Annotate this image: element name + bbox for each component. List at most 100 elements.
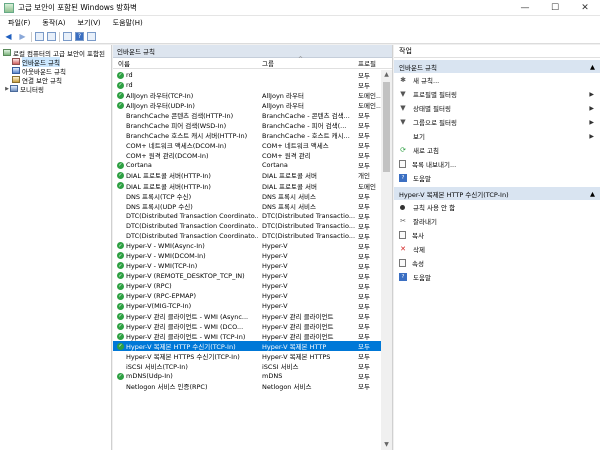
scrollbar-thumb[interactable] [383, 82, 390, 172]
action-item[interactable]: ✱ 새 규칙... [394, 73, 600, 87]
action-item[interactable]: ? 도움말 [394, 270, 600, 284]
table-row[interactable]: ✓ Hyper-V - WMI(Async-In) Hyper-V 모두 [113, 241, 381, 251]
close-button[interactable]: ✕ [570, 0, 600, 16]
collapse-icon[interactable]: ▲ [590, 63, 595, 71]
help-icon[interactable]: ? [75, 32, 84, 41]
table-row[interactable]: COM+ 네트워크 액세스(DCOM-In) COM+ 네트워크 액세스 모두 [113, 140, 381, 150]
table-row[interactable]: ✓ Cortana Cortana 모두 [113, 160, 381, 170]
export-list-icon[interactable] [63, 32, 72, 41]
table-row[interactable]: ✓ rd 모두 [113, 70, 381, 80]
enabled-check-icon: ✓ [117, 182, 124, 190]
scroll-up-icon[interactable]: ▲ [381, 70, 392, 80]
table-row[interactable]: DNS 프록시(TCP 수신) DNS 프록시 서비스 모두 [113, 191, 381, 201]
action-item[interactable]: ✂ 잘라내기 [394, 214, 600, 228]
rule-name-cell: ✓ rd [117, 71, 133, 80]
rule-group-cell: Cortana [262, 161, 288, 170]
rule-group-cell: DTC(Distributed Transactio... [262, 231, 356, 240]
rule-profile-cell: 도메인 [358, 182, 376, 191]
firewall-icon [3, 49, 11, 56]
rule-profile-cell: 모두 [358, 192, 370, 201]
table-row[interactable]: BranchCache 피어 검색(WSD-In) BranchCache - 피… [113, 120, 381, 130]
action-item[interactable]: 복사 [394, 228, 600, 242]
rule-name-cell: ✓ Hyper-V 관리 클라이언트 - WMI (Async... [117, 312, 249, 322]
rule-name-cell: ✓ Hyper-V (REMOTE_DESKTOP_TCP_IN) [117, 271, 245, 280]
menu-view[interactable]: 보기(V) [72, 18, 107, 28]
table-row[interactable]: ✓ Hyper-V (RPC-EPMAP) Hyper-V 모두 [113, 291, 381, 301]
table-row[interactable]: DTC(Distributed Transaction Coordinato..… [113, 221, 381, 231]
action-item[interactable]: 목록 내보내기... [394, 157, 600, 171]
show-hide-action-pane-icon[interactable] [87, 32, 96, 41]
table-row[interactable]: DNS 프록시(UDP 수신) DNS 프록시 서비스 모두 [113, 201, 381, 211]
scroll-down-icon[interactable]: ▼ [381, 440, 392, 450]
action-item[interactable]: ▼ 상태별 필터링 ▶ [394, 101, 600, 115]
table-row[interactable]: iSCSI 서비스(TCP-In) iSCSI 서비스 모두 [113, 361, 381, 371]
action-item[interactable]: ⟳ 새로 고침 [394, 143, 600, 157]
rule-name-cell: DTC(Distributed Transaction Coordinato..… [126, 231, 258, 240]
menu-help[interactable]: 도움말(H) [107, 18, 149, 28]
table-row[interactable]: ✓ mDNS(Udp-In) mDNS 모두 [113, 371, 381, 381]
table-row[interactable]: ✓ Hyper-V 복제본 HTTP 수신기(TCP-In) Hyper-V 복제본… [113, 341, 381, 352]
tree-item-connection-security-rules[interactable]: 연결 보안 규칙 [0, 75, 111, 85]
rule-profile-cell: 모두 [358, 353, 370, 362]
table-row[interactable]: ✓ Hyper-V - WMI(DCOM-In) Hyper-V 모두 [113, 251, 381, 261]
minimize-button[interactable]: — [510, 0, 540, 16]
table-row[interactable]: DTC(Distributed Transaction Coordinato..… [113, 231, 381, 241]
filter-icon: ▼ [400, 104, 406, 112]
table-row[interactable]: Hyper-V 복제본 HTTPS 수신기(TCP-In) Hyper-V 복제본… [113, 351, 381, 361]
maximize-button[interactable]: ☐ [540, 0, 570, 16]
table-row[interactable]: ✓ DIAL 프로토콜 서버(HTTP-In) DIAL 프로토콜 서버 도메인 [113, 181, 381, 191]
table-row[interactable]: ✓ Hyper-V (REMOTE_DESKTOP_TCP_IN) Hyper-V 모… [113, 271, 381, 281]
rule-name-cell: BranchCache 호스트 캐시 서버(HTTP-In) [126, 132, 248, 141]
column-header-profile[interactable]: 프로필 [356, 58, 383, 68]
action-item[interactable]: ▼ 그룹으로 필터링 ▶ [394, 115, 600, 129]
collapse-icon[interactable]: ▲ [590, 190, 595, 198]
menu-file[interactable]: 파일(F) [2, 18, 36, 28]
window-title: 고급 보안이 포함된 Windows 방화벽 [18, 3, 137, 12]
table-row[interactable]: ✓ AllJoyn 라우터(TCP-In) AllJoyn 라우터 도메인... [113, 90, 381, 100]
rule-name-cell: DNS 프록시(UDP 수신) [126, 202, 193, 211]
action-item[interactable]: 보기 ▶ [394, 129, 600, 143]
rules-list: ✓ rd 모두 ✓ rd 모두 ✓ AllJoyn 라우터(TCP-In) AllJoyn 라우… [113, 70, 381, 392]
new-rule-icon: ✱ [400, 76, 406, 84]
column-header-group[interactable]: ^ 그룹 [258, 56, 356, 68]
table-row[interactable]: ✓ Hyper-V 관리 클라이언트 - WMI (TCP-In) Hyper-V … [113, 331, 381, 341]
rule-name-cell: BranchCache 콘텐츠 검색(HTTP-In) [126, 112, 234, 121]
menu-action[interactable]: 동작(A) [36, 18, 71, 28]
enabled-check-icon: ✓ [117, 71, 124, 79]
back-icon[interactable]: ◀ [3, 31, 14, 42]
actions-section-selected-rule[interactable]: Hyper-V 복제본 HTTP 수신기(TCP-In) ▲ [394, 187, 600, 200]
forward-icon[interactable]: ▶ [17, 31, 28, 42]
up-folder-icon[interactable] [35, 32, 44, 41]
rule-name-cell: COM+ 원격 관리(DCOM-In) [126, 152, 209, 161]
action-item[interactable]: 규칙 사용 안 함 [394, 200, 600, 214]
table-row[interactable]: COM+ 원격 관리(DCOM-In) COM+ 원격 관리 모두 [113, 150, 381, 160]
action-item[interactable]: 속성 [394, 256, 600, 270]
actions-section-inbound-rules[interactable]: 인바운드 규칙 ▲ [394, 60, 600, 73]
table-row[interactable]: ✓ rd 모두 [113, 80, 381, 90]
help-icon: ? [399, 174, 407, 182]
table-row[interactable]: ✓ Hyper-V 관리 클라이언트 - WMI (Async... Hyper-V… [113, 311, 381, 321]
table-row[interactable]: DTC(Distributed Transaction Coordinato..… [113, 211, 381, 221]
rule-profile-cell: 모두 [358, 122, 370, 131]
action-item[interactable]: ▼ 프로필별 필터링 ▶ [394, 87, 600, 101]
rule-profile-cell: 모두 [358, 132, 370, 141]
rule-profile-cell: 모두 [358, 333, 370, 342]
action-item[interactable]: ✕ 삭제 [394, 242, 600, 256]
table-row[interactable]: ✓ Hyper-V - WMI(TCP-In) Hyper-V 모두 [113, 261, 381, 271]
table-row[interactable]: ✓ Hyper-V(MIG-TCP-In) Hyper-V 모두 [113, 301, 381, 311]
table-row[interactable]: ✓ Hyper-V 관리 클라이언트 - WMI (DCO... Hyper-V 관… [113, 321, 381, 331]
table-row[interactable]: BranchCache 콘텐츠 검색(HTTP-In) BranchCache -… [113, 110, 381, 120]
table-row[interactable]: Netlogon 서비스 인증(RPC) Netlogon 서비스 모두 [113, 381, 381, 391]
rule-profile-cell: 모두 [358, 363, 370, 372]
rules-list-scrollbar[interactable]: ▲ ▼ [381, 70, 392, 450]
table-row[interactable]: ✓ DIAL 프로토콜 서버(HTTP-In) DIAL 프로토콜 서버 개인 [113, 170, 381, 180]
action-item[interactable]: ? 도움말 [394, 171, 600, 185]
show-hide-tree-icon[interactable] [47, 32, 56, 41]
column-header-name[interactable]: 이름 [113, 58, 258, 68]
table-row[interactable]: BranchCache 호스트 캐시 서버(HTTP-In) BranchCach… [113, 130, 381, 140]
table-row[interactable]: ✓ Hyper-V (RPC) Hyper-V 모두 [113, 281, 381, 291]
rule-name-cell: ✓ DIAL 프로토콜 서버(HTTP-In) [117, 171, 211, 181]
rules-pane-header: 인바운드 규칙 [113, 45, 392, 58]
table-row[interactable]: ✓ AllJoyn 라우터(UDP-In) AllJoyn 라우터 도메인... [113, 100, 381, 110]
tree-item-monitoring[interactable]: ▶ 모니터링 [0, 84, 111, 94]
